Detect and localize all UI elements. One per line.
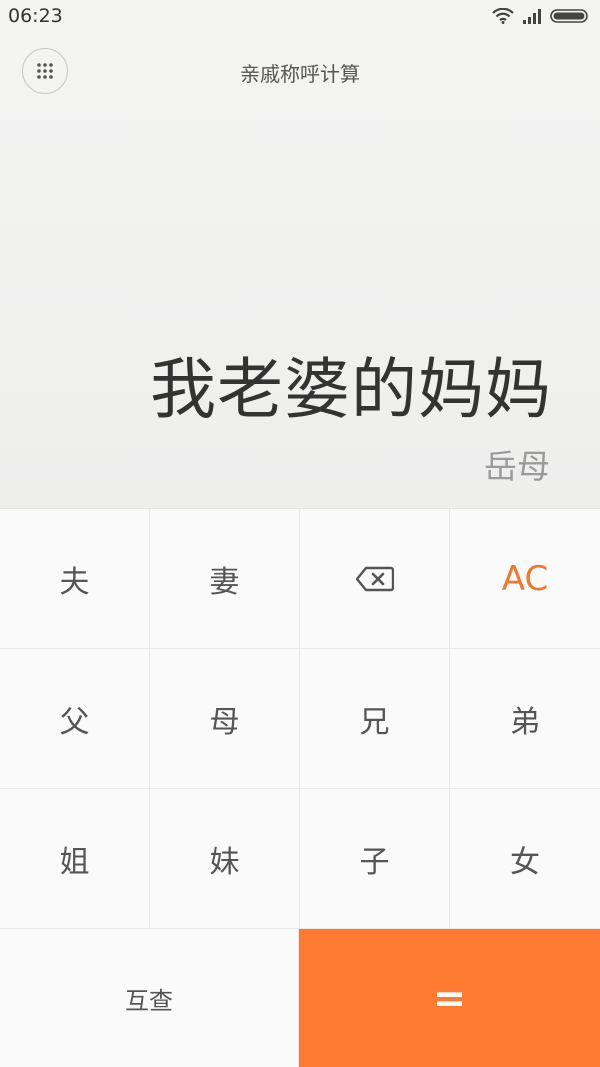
status-bar: 06:23: [0, 0, 600, 34]
wifi-icon: [492, 8, 514, 24]
status-time: 06:23: [8, 5, 63, 27]
key-younger-brother[interactable]: 弟: [450, 649, 600, 789]
cross-check-button[interactable]: 互查: [0, 929, 299, 1067]
keypad: 夫 妻 AC 父 母 兄 弟 姐 妹 子 女 互查 =: [0, 508, 600, 1067]
calculator-screen: 06:23 亲戚称呼计算 我老婆的妈妈 岳母 夫 妻 AC 父 母 兄 弟 姐 …: [0, 0, 600, 1067]
status-icons: [492, 8, 590, 24]
equals-button[interactable]: =: [299, 929, 600, 1067]
backspace-icon: [355, 566, 394, 591]
key-mother[interactable]: 母: [150, 649, 300, 789]
key-husband[interactable]: 夫: [0, 509, 150, 649]
key-daughter[interactable]: 女: [450, 789, 600, 929]
key-elder-brother[interactable]: 兄: [300, 649, 450, 789]
key-younger-sister[interactable]: 妹: [150, 789, 300, 929]
clear-button[interactable]: AC: [450, 509, 600, 649]
key-elder-sister[interactable]: 姐: [0, 789, 150, 929]
display-area: 06:23 亲戚称呼计算 我老婆的妈妈 岳母: [0, 0, 600, 508]
backspace-button[interactable]: [300, 509, 450, 649]
key-son[interactable]: 子: [300, 789, 450, 929]
result-display: 岳母: [484, 447, 550, 486]
key-wife[interactable]: 妻: [150, 509, 300, 649]
expression-display: 我老婆的妈妈: [150, 351, 552, 428]
signal-icon: [523, 9, 541, 24]
battery-icon: [550, 9, 588, 23]
key-father[interactable]: 父: [0, 649, 150, 789]
app-title: 亲戚称呼计算: [240, 62, 360, 86]
